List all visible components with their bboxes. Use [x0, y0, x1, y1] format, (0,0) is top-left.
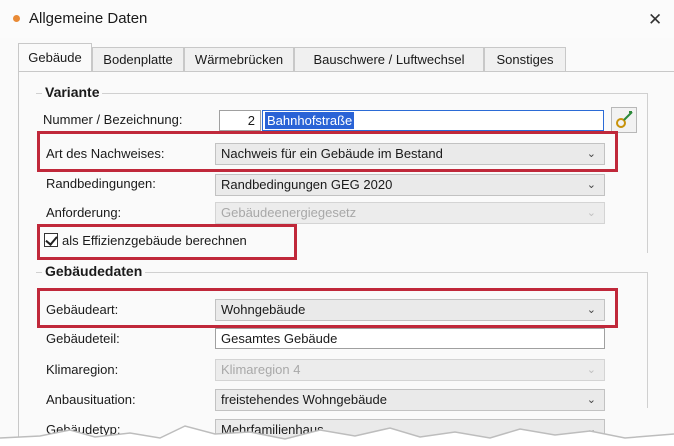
gebaeudeteil-input[interactable]: Gesamtes Gebäude	[215, 328, 605, 349]
tab-gebaeude[interactable]: Gebäude	[18, 43, 92, 72]
anbausituation-value: freistehendes Wohngebäude	[221, 392, 387, 407]
gebaeudeart-label: Gebäudeart:	[46, 302, 119, 317]
chevron-down-icon: ⌄	[586, 394, 596, 406]
art-nachweis-label: Art des Nachweises:	[46, 146, 165, 161]
group-title-variante: Variante	[42, 84, 103, 100]
nummer-input[interactable]: 2	[219, 110, 261, 131]
effizienz-checkbox[interactable]	[44, 233, 58, 247]
title-bar: Allgemeine Daten	[0, 0, 674, 38]
klimaregion-label: Klimaregion:	[46, 362, 119, 377]
bezeichnung-text: Bahnhofstraße	[265, 112, 355, 129]
tab-bauschwere[interactable]: Bauschwere / Luftwechsel	[294, 47, 484, 71]
window-title: Allgemeine Daten	[29, 10, 148, 27]
group-border-variante	[36, 93, 648, 94]
anforderung-value: Gebäudeenergiegesetz	[221, 205, 357, 220]
chevron-down-icon: ⌄	[586, 207, 596, 219]
gebaeudeteil-label: Gebäudeteil:	[46, 331, 120, 346]
anbausituation-label: Anbausituation:	[46, 392, 136, 407]
nummer-label: Nummer / Bezeichnung:	[43, 112, 183, 127]
torn-edge	[0, 425, 674, 446]
randbedingungen-select[interactable]: Randbedingungen GEG 2020 ⌄	[215, 174, 605, 196]
tab-strip-divider	[18, 71, 674, 72]
group-border-variante-right	[647, 93, 648, 253]
panel-border	[18, 71, 19, 446]
chevron-down-icon: ⌄	[586, 304, 596, 316]
close-icon[interactable]	[648, 5, 662, 33]
bezeichnung-input[interactable]: Bahnhofstraße	[262, 110, 604, 131]
chevron-down-icon: ⌄	[586, 148, 596, 160]
group-title-gebaeudedaten: Gebäudedaten	[42, 263, 146, 279]
chevron-down-icon: ⌄	[586, 364, 596, 376]
chevron-down-icon: ⌄	[586, 179, 596, 191]
group-border-gebaeudedaten-right	[647, 272, 648, 408]
tab-sonstiges[interactable]: Sonstiges	[484, 47, 566, 71]
randbedingungen-value: Randbedingungen GEG 2020	[221, 177, 393, 192]
art-nachweis-select[interactable]: Nachweis für ein Gebäude im Bestand ⌄	[215, 143, 605, 165]
klimaregion-select: Klimaregion 4 ⌄	[215, 359, 605, 381]
edit-icon[interactable]	[611, 107, 637, 133]
tab-waermebruecken[interactable]: Wärmebrücken	[184, 47, 294, 71]
klimaregion-value: Klimaregion 4	[221, 362, 301, 377]
art-nachweis-value: Nachweis für ein Gebäude im Bestand	[221, 146, 443, 161]
dot-icon	[13, 15, 20, 22]
anforderung-select: Gebäudeenergiegesetz ⌄	[215, 202, 605, 224]
gebaeudeart-select[interactable]: Wohngebäude ⌄	[215, 299, 605, 321]
tab-bodenplatte[interactable]: Bodenplatte	[92, 47, 184, 71]
effizienz-label[interactable]: als Effizienzgebäude berechnen	[62, 233, 247, 248]
randbedingungen-label: Randbedingungen:	[46, 176, 156, 191]
anforderung-label: Anforderung:	[46, 205, 122, 220]
gebaeudeart-value: Wohngebäude	[221, 302, 306, 317]
